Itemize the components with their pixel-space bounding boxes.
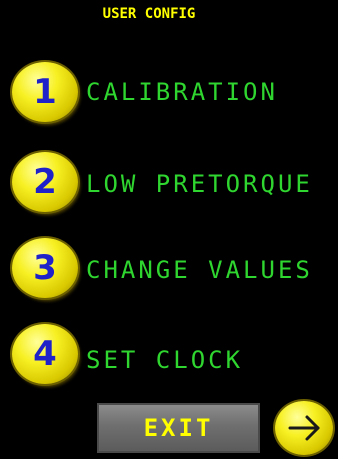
number-label: 2	[33, 162, 57, 202]
exit-label: EXIT	[143, 414, 214, 442]
menu-item-label[interactable]: CALIBRATION	[86, 78, 278, 106]
page-title: USER CONFIG	[102, 6, 196, 22]
number-label: 1	[33, 72, 57, 112]
menu-item-label[interactable]: LOW PRETORQUE	[86, 170, 313, 198]
exit-button[interactable]: EXIT	[97, 403, 260, 453]
menu-item-change-values[interactable]: 3 CHANGE VALUES	[0, 236, 338, 306]
next-button[interactable]	[275, 401, 333, 455]
menu-item-set-clock[interactable]: 4 SET CLOCK	[0, 322, 338, 392]
right-arrow-icon	[288, 415, 320, 441]
menu-item-calibration[interactable]: 1 CALIBRATION	[0, 60, 338, 130]
number-button-4[interactable]: 4	[12, 324, 78, 384]
menu-item-label[interactable]: SET CLOCK	[86, 346, 243, 374]
menu-item-label[interactable]: CHANGE VALUES	[86, 256, 313, 284]
user-config-screen: USER CONFIG 1 CALIBRATION 2 LOW PRETORQU…	[0, 0, 338, 459]
number-label: 4	[33, 334, 57, 374]
number-label: 3	[33, 248, 57, 288]
menu-item-low-pretorque[interactable]: 2 LOW PRETORQUE	[0, 150, 338, 220]
number-button-3[interactable]: 3	[12, 238, 78, 298]
number-button-2[interactable]: 2	[12, 152, 78, 212]
number-button-1[interactable]: 1	[12, 62, 78, 122]
